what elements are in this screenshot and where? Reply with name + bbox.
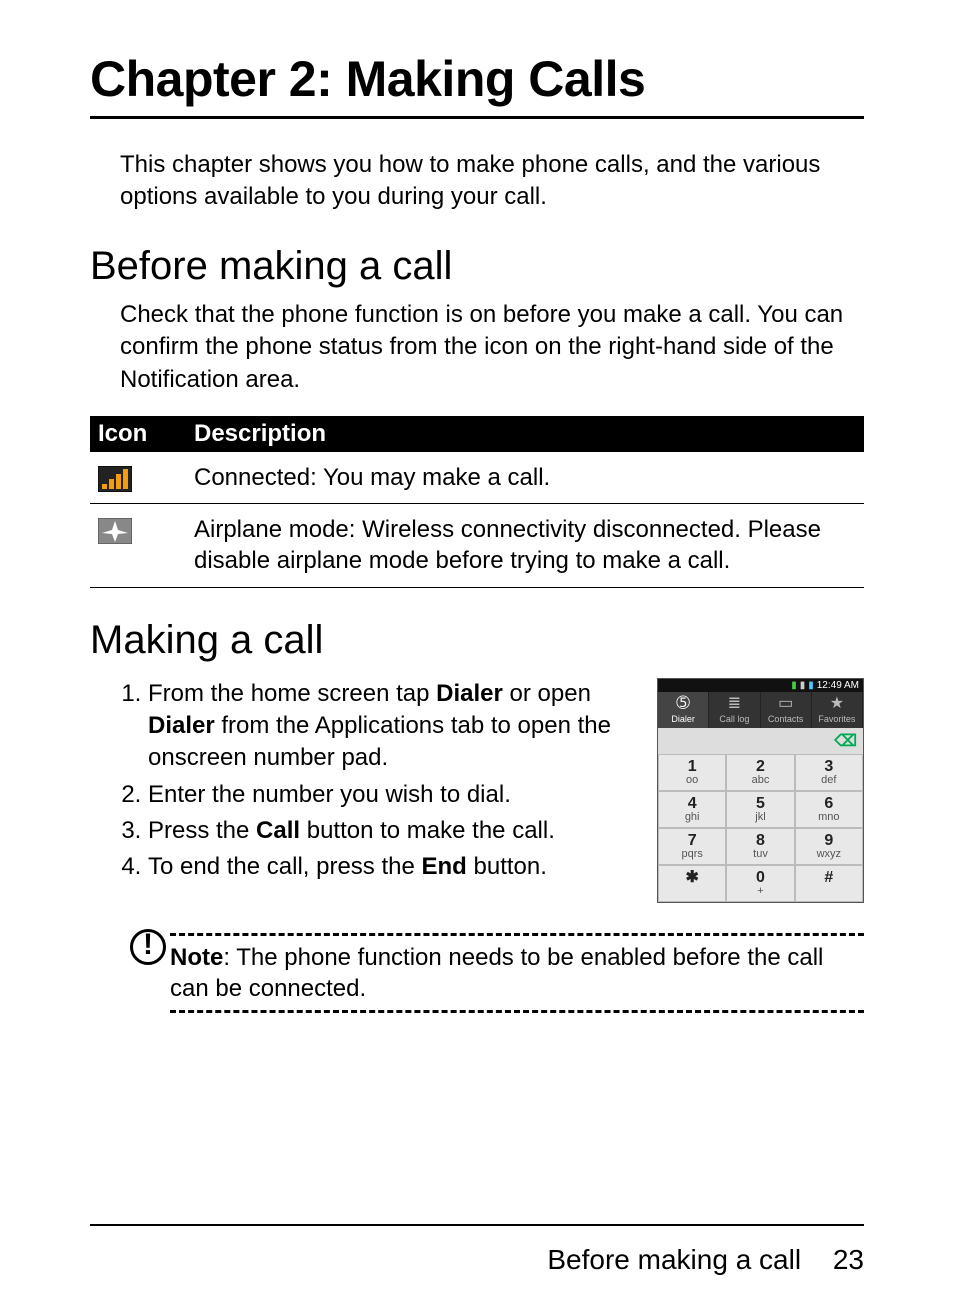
status-bar: ▮ ▮ ▮ 12:49 AM [658,679,863,692]
airplane-mode-icon [98,518,132,544]
list-item: To end the call, press the End button. [148,851,637,883]
note-label: Note [170,944,223,971]
manual-page: Chapter 2: Making Calls This chapter sho… [0,0,954,1316]
status-time: 12:49 AM [817,680,859,691]
dashed-divider [170,933,864,936]
footer-section: Before making a call [547,1244,801,1275]
dashed-divider [170,1010,864,1013]
keypad: 1ᴏᴏ 2abc 3def 4ghi 5jkl 6mno 7pqrs 8tuv … [658,754,863,902]
dialer-screenshot: ▮ ▮ ▮ 12:49 AM ➄ Dialer ≣ Call log ▭ Con… [657,678,864,903]
list-item: Press the Call button to make the call. [148,815,637,847]
key-9[interactable]: 9wxyz [795,828,863,865]
table-cell-desc: Airplane mode: Wireless connectivity dis… [186,504,864,587]
number-input-row[interactable]: ⌫ [658,728,863,754]
backspace-icon[interactable]: ⌫ [834,731,857,751]
status-indicator-icon: ▮ [808,680,814,691]
section-heading-before: Before making a call [90,244,864,289]
table-row: Airplane mode: Wireless connectivity dis… [90,504,864,587]
key-3[interactable]: 3def [795,754,863,791]
key-1[interactable]: 1ᴏᴏ [658,754,726,791]
key-2[interactable]: 2abc [726,754,794,791]
table-row: Connected: You may make a call. [90,452,864,504]
icon-description-table: Icon Description Co [90,416,864,588]
status-indicator-icon: ▮ [791,680,797,691]
footer-divider [90,1224,864,1226]
tab-favorites[interactable]: ★ Favorites [812,692,863,728]
key-hash[interactable]: # [795,865,863,902]
dialer-icon: ➄ [658,696,708,712]
key-star[interactable]: ✱ [658,865,726,902]
star-icon: ★ [812,696,862,712]
key-0[interactable]: 0+ [726,865,794,902]
key-7[interactable]: 7pqrs [658,828,726,865]
tab-call-log[interactable]: ≣ Call log [709,692,760,728]
status-indicator-icon: ▮ [800,680,806,691]
page-footer: Before making a call 23 [547,1244,864,1276]
table-cell-desc: Connected: You may make a call. [186,452,864,504]
contacts-icon: ▭ [761,696,811,712]
section-body-before: Check that the phone function is on befo… [120,299,864,396]
chapter-title: Chapter 2: Making Calls [90,50,864,119]
key-8[interactable]: 8tuv [726,828,794,865]
tab-dialer[interactable]: ➄ Dialer [658,692,709,728]
section-heading-making: Making a call [90,618,864,663]
key-6[interactable]: 6mno [795,791,863,828]
steps-list: From the home screen tap Dialer or open … [120,678,637,888]
chapter-intro: This chapter shows you how to make phone… [120,149,864,214]
key-4[interactable]: 4ghi [658,791,726,828]
note-block: ! Note: The phone function needs to be e… [130,933,864,1013]
key-5[interactable]: 5jkl [726,791,794,828]
table-header-description: Description [186,416,864,452]
list-icon: ≣ [709,696,759,712]
page-number: 23 [833,1244,864,1275]
list-item: From the home screen tap Dialer or open … [148,678,637,775]
table-header-icon: Icon [90,416,186,452]
note-text: : The phone function needs to be enabled… [170,944,823,1002]
tab-contacts[interactable]: ▭ Contacts [761,692,812,728]
signal-connected-icon [98,466,132,492]
note-icon: ! [130,929,166,965]
list-item: Enter the number you wish to dial. [148,779,637,811]
